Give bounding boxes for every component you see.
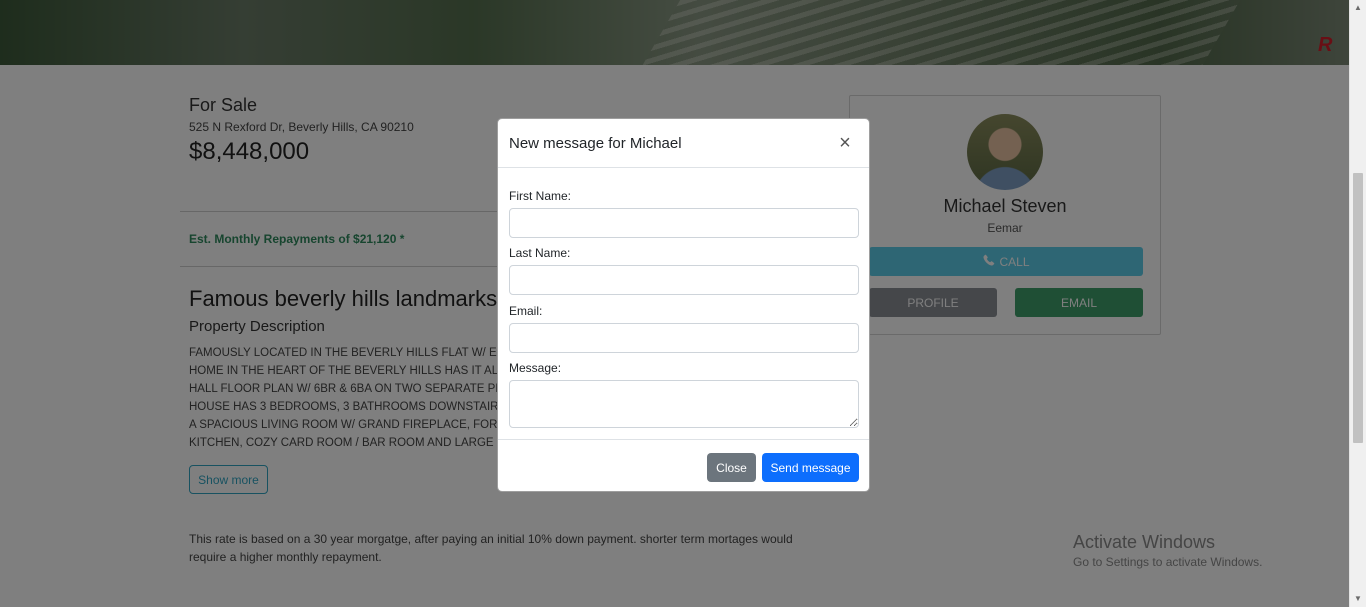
scroll-up-arrow-icon[interactable]: ▲ [1354,3,1362,12]
message-modal: New message for Michael × First Name: La… [497,118,870,492]
close-button[interactable]: Close [707,453,756,482]
email-label: Email: [509,304,543,318]
close-icon[interactable]: × [835,133,855,153]
first-name-field[interactable] [509,208,859,238]
scrollbar-thumb[interactable] [1353,173,1363,443]
last-name-field[interactable] [509,265,859,295]
modal-footer: Close Send message [498,439,869,491]
first-name-label: First Name: [509,189,572,203]
send-message-button[interactable]: Send message [762,453,859,482]
last-name-label: Last Name: [509,246,571,260]
scroll-down-arrow-icon[interactable]: ▼ [1354,594,1362,603]
message-field[interactable] [509,380,859,428]
modal-title: New message for Michael [509,135,682,152]
vertical-scrollbar[interactable]: ▲ ▼ [1349,0,1366,607]
modal-header: New message for Michael × [498,119,869,168]
message-label: Message: [509,361,562,375]
email-field[interactable] [509,323,859,353]
